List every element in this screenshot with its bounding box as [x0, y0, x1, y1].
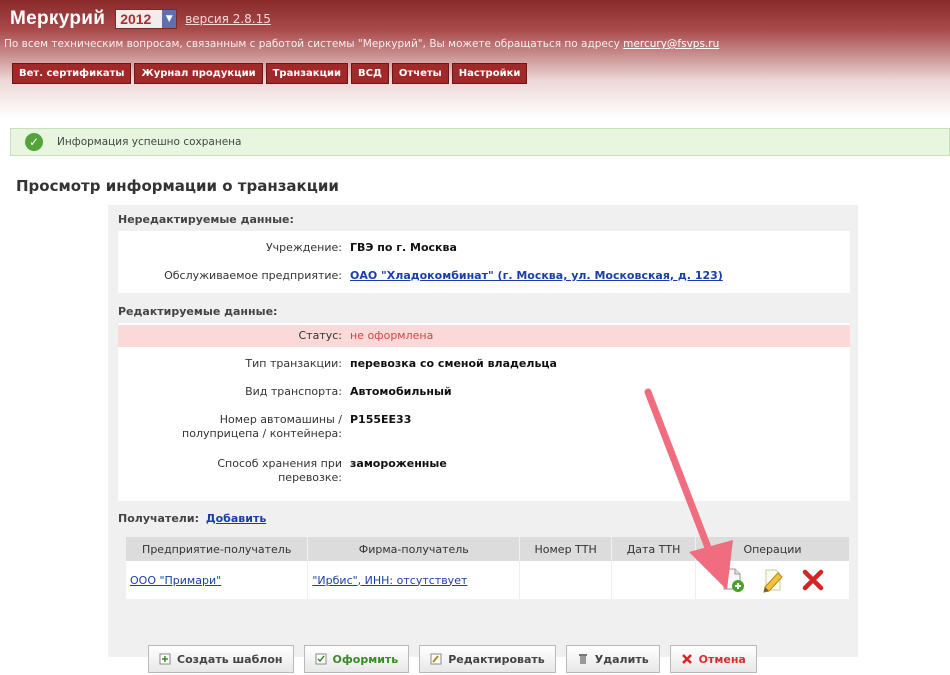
- editable-fields: Статус: не оформлена Тип транзакции: пер…: [118, 323, 850, 501]
- create-template-label: Создать шаблон: [177, 652, 283, 666]
- recipients-table: Предприятие-получатель Фирма-получатель …: [126, 537, 850, 599]
- cancel-label: Отмена: [698, 652, 746, 666]
- column-header: Дата ТТН: [611, 537, 697, 561]
- chevron-down-icon[interactable]: ▼: [162, 10, 177, 28]
- storage-label: Способ хранения при перевозке:: [217, 457, 342, 485]
- transaction-type-value: перевозка со сменой владельца: [350, 357, 557, 370]
- page-title: Просмотр информации о транзакции: [16, 177, 339, 195]
- storage-label-line2: перевозке:: [278, 471, 342, 484]
- app-title: Меркурий: [10, 8, 106, 29]
- tab-transactions[interactable]: Транзакции: [265, 63, 349, 84]
- year-value: 2012: [120, 11, 152, 27]
- ttn-date-cell: [611, 561, 697, 599]
- edit-button[interactable]: Редактировать: [419, 645, 556, 673]
- main-nav: Вет. сертификаты Журнал продукции Транза…: [12, 63, 528, 84]
- app-header: Меркурий 2012 ▼ версия 2.8.15 По всем те…: [0, 0, 950, 118]
- ttn-number-cell: [519, 561, 613, 599]
- edit-pencil-icon[interactable]: [760, 567, 786, 593]
- template-icon: [159, 653, 171, 665]
- success-text: Информация успешно сохранена: [57, 136, 242, 148]
- edit-icon: [430, 653, 442, 665]
- transport-label: Вид транспорта:: [245, 385, 342, 398]
- institution-value: ГВЭ по г. Москва: [350, 241, 457, 254]
- tab-product-journal[interactable]: Журнал продукции: [134, 63, 263, 84]
- status-value: не оформлена: [350, 329, 434, 342]
- editable-section-title: Редактируемые данные:: [118, 305, 278, 318]
- transaction-panel: Нередактируемые данные: Учреждение: ГВЭ …: [108, 205, 858, 657]
- vehicle-value: Р155ЕЕ33: [350, 413, 412, 426]
- row-operations: [700, 567, 845, 593]
- operations-cell: [695, 561, 850, 599]
- enterprise-link[interactable]: ОАО "Хладокомбинат" (г. Москва, ул. Моск…: [350, 269, 723, 282]
- version-link[interactable]: версия 2.8.15: [185, 12, 271, 26]
- support-email-link[interactable]: mercury@fsvps.ru: [623, 38, 719, 50]
- column-header: Предприятие-получатель: [126, 537, 309, 561]
- support-message: По всем техническим вопросам, связанным …: [4, 38, 620, 50]
- column-header: Фирма-получатель: [307, 537, 521, 561]
- vehicle-label-line2: полуприцепа / контейнера:: [182, 427, 342, 440]
- issue-button[interactable]: Оформить: [303, 645, 410, 673]
- create-template-button[interactable]: Создать шаблон: [148, 645, 294, 673]
- recipient-enterprise-cell: ООО "Примари": [126, 561, 309, 599]
- cancel-icon: [681, 654, 692, 664]
- institution-label: Учреждение:: [265, 241, 342, 254]
- trash-icon: [578, 654, 587, 664]
- enterprise-label: Обслуживаемое предприятие:: [164, 269, 342, 282]
- issue-label: Оформить: [332, 652, 399, 666]
- status-label: Статус:: [298, 329, 342, 342]
- tab-reports[interactable]: Отчеты: [391, 63, 449, 84]
- edit-label: Редактировать: [448, 652, 545, 666]
- tab-vsd[interactable]: ВСД: [351, 63, 389, 84]
- tab-vet-certificates[interactable]: Вет. сертификаты: [12, 63, 132, 84]
- recipient-firm-cell: "Ирбис", ИНН: отсутствует: [307, 561, 521, 599]
- delete-button[interactable]: Удалить: [565, 645, 660, 673]
- column-header: Операции: [695, 537, 850, 561]
- vehicle-label-line1: Номер автомашины /: [219, 413, 342, 426]
- recipient-firm-link[interactable]: "Ирбис", ИНН: отсутствует: [312, 574, 467, 587]
- action-buttons: Создать шаблон Оформить Редактировать Уд…: [148, 645, 757, 673]
- support-text: По всем техническим вопросам, связанным …: [4, 38, 719, 50]
- year-select[interactable]: 2012 ▼: [115, 9, 178, 29]
- readonly-fields: Учреждение: ГВЭ по г. Москва Обслуживаем…: [118, 231, 850, 293]
- status-row: Статус: не оформлена: [118, 325, 850, 347]
- cancel-button[interactable]: Отмена: [669, 645, 757, 673]
- recipients-label: Получатели:: [118, 512, 199, 525]
- success-message: ✓ Информация успешно сохранена: [10, 128, 950, 156]
- tab-settings[interactable]: Настройки: [451, 63, 528, 84]
- readonly-section-title: Нередактируемые данные:: [118, 213, 294, 226]
- add-document-icon[interactable]: [720, 567, 746, 593]
- recipient-enterprise-link[interactable]: ООО "Примари": [130, 574, 221, 587]
- check-icon: ✓: [25, 133, 43, 151]
- recipients-title: Получатели: Добавить: [118, 512, 266, 525]
- storage-value: замороженные: [350, 457, 447, 470]
- table-row: ООО "Примари" "Ирбис", ИНН: отсутствует: [126, 561, 850, 599]
- column-header: Номер ТТН: [519, 537, 613, 561]
- brand-row: Меркурий 2012 ▼ версия 2.8.15: [10, 6, 271, 32]
- transaction-type-label: Тип транзакции:: [245, 357, 342, 370]
- delete-x-icon[interactable]: [800, 567, 826, 593]
- issue-icon: [315, 653, 326, 665]
- delete-label: Удалить: [594, 652, 649, 666]
- transport-value: Автомобильный: [350, 385, 452, 398]
- add-recipient-link[interactable]: Добавить: [206, 512, 266, 525]
- storage-label-line1: Способ хранения при: [217, 457, 342, 470]
- vehicle-label: Номер автомашины / полуприцепа / контейн…: [182, 413, 342, 441]
- table-header-row: Предприятие-получатель Фирма-получатель …: [126, 537, 850, 561]
